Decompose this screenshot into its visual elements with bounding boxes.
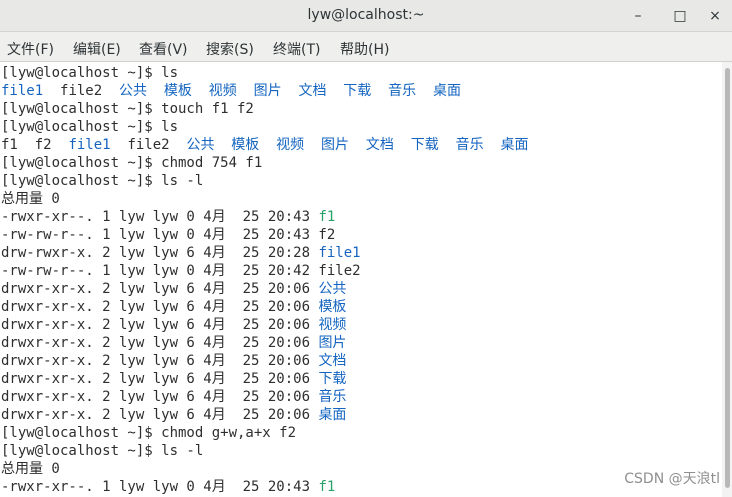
minimize-icon[interactable]: – [628, 6, 648, 26]
terminal-text-segment: file1 [1, 83, 44, 99]
terminal-text-segment: -rwxr-xr--. 1 lyw lyw 0 4月 25 20:43 [1, 479, 319, 495]
terminal-text-segment: [lyw@localhost ~]$ ls -l [1, 443, 204, 459]
terminal-text-segment: 视频 [318, 317, 347, 333]
terminal-text-segment: 文档 [318, 353, 347, 369]
terminal-text-segment: 模板 [318, 299, 347, 315]
terminal-text-segment: f1 [318, 479, 336, 495]
terminal-text-segment: 下载 [318, 371, 347, 387]
terminal-text-segment: file2 [43, 83, 120, 99]
terminal-text-segment: [lyw@localhost ~]$ ls [1, 65, 179, 81]
terminal-line: drwxr-xr-x. 2 lyw lyw 6 4月 25 20:06 图片 [1, 334, 346, 352]
terminal-line: [lyw@localhost ~]$ chmod 754 f1 [1, 154, 262, 172]
terminal-line: drwxr-xr-x. 2 lyw lyw 6 4月 25 20:06 模板 [1, 298, 346, 316]
terminal-line: [lyw@localhost ~]$ ls [1, 64, 178, 82]
terminal-line: -rwxr-xr--. 1 lyw lyw 0 4月 25 20:43 f1 [1, 478, 335, 496]
scrollbar[interactable] [722, 62, 732, 497]
terminal-line: [lyw@localhost ~]$ ls -l [1, 442, 203, 460]
terminal-output[interactable]: [lyw@localhost ~]$ ls file1 file2 公共 模板 视… [0, 62, 722, 497]
terminal-text-segment: drw-rwxr-x. 2 lyw lyw 6 4月 25 20:28 [1, 245, 319, 261]
menu-help[interactable]: 帮助(H) [340, 39, 389, 59]
terminal-text-segment: -rwxr-xr--. 1 lyw lyw 0 4月 25 20:43 [1, 209, 319, 225]
terminal-text-segment: [lyw@localhost ~]$ ls -l [1, 173, 204, 189]
menu-edit[interactable]: 编辑(E) [73, 39, 121, 59]
terminal-text-segment: [lyw@localhost ~]$ touch f1 f2 [1, 101, 254, 117]
terminal-line: -rwxr-xr--. 1 lyw lyw 0 4月 25 20:43 f1 [1, 208, 335, 226]
terminal-text-segment: -rw-rw-r--. 1 lyw lyw 0 4月 25 20:42 file… [1, 263, 361, 279]
terminal-line: drwxr-xr-x. 2 lyw lyw 6 4月 25 20:06 下载 [1, 370, 346, 388]
terminal-line: f1 f2 file1 file2 公共 模板 视频 图片 文档 下载 音乐 桌… [1, 136, 528, 154]
close-icon[interactable]: × [705, 6, 725, 26]
watermark: CSDN @天浪tl [624, 471, 720, 487]
terminal-text-segment: drwxr-xr-x. 2 lyw lyw 6 4月 25 20:06 [1, 317, 319, 333]
terminal-text-segment: drwxr-xr-x. 2 lyw lyw 6 4月 25 20:06 [1, 371, 319, 387]
terminal-line: drwxr-xr-x. 2 lyw lyw 6 4月 25 20:06 音乐 [1, 388, 346, 406]
menu-search[interactable]: 搜索(S) [206, 39, 254, 59]
title-bar[interactable]: lyw@localhost:~ – □ × [0, 0, 732, 32]
terminal-text-segment: -rw-rw-r--. 1 lyw lyw 0 4月 25 20:43 f2 [1, 227, 336, 243]
terminal-text-segment: 公共 模板 视频 图片 文档 下载 音乐 桌面 [186, 137, 529, 153]
menu-terminal[interactable]: 终端(T) [273, 39, 320, 59]
terminal-line: [lyw@localhost ~]$ touch f1 f2 [1, 100, 254, 118]
maximize-icon[interactable]: □ [670, 6, 690, 26]
terminal-text-segment: 公共 [318, 281, 347, 297]
terminal-line: drwxr-xr-x. 2 lyw lyw 6 4月 25 20:06 文档 [1, 352, 346, 370]
menu-view[interactable]: 查看(V) [139, 39, 188, 59]
terminal-text-segment: [lyw@localhost ~]$ ls [1, 119, 179, 135]
terminal-text-segment: drwxr-xr-x. 2 lyw lyw 6 4月 25 20:06 [1, 353, 319, 369]
terminal-line: [lyw@localhost ~]$ ls -l [1, 172, 203, 190]
terminal-text-segment: 图片 [318, 335, 347, 351]
terminal-line: drwxr-xr-x. 2 lyw lyw 6 4月 25 20:06 桌面 [1, 406, 346, 424]
terminal-text-segment: drwxr-xr-x. 2 lyw lyw 6 4月 25 20:06 [1, 407, 319, 423]
terminal-text-segment: f1 f2 [1, 137, 69, 153]
terminal-text-segment: 总用量 0 [1, 191, 60, 207]
terminal-text-segment: file1 [68, 137, 111, 153]
terminal-line: file1 file2 公共 模板 视频 图片 文档 下载 音乐 桌面 [1, 82, 461, 100]
menu-bar: 文件(F) 编辑(E) 查看(V) 搜索(S) 终端(T) 帮助(H) [0, 32, 732, 62]
terminal-text-segment: drwxr-xr-x. 2 lyw lyw 6 4月 25 20:06 [1, 299, 319, 315]
scrollbar-thumb[interactable] [725, 68, 730, 488]
window-title: lyw@localhost:~ [307, 7, 425, 23]
terminal-line: drwxr-xr-x. 2 lyw lyw 6 4月 25 20:06 视频 [1, 316, 346, 334]
terminal-line: 总用量 0 [1, 460, 60, 478]
terminal-text-segment: 总用量 0 [1, 461, 60, 477]
terminal-line: [lyw@localhost ~]$ chmod g+w,a+x f2 [1, 424, 296, 442]
terminal-text-segment: drwxr-xr-x. 2 lyw lyw 6 4月 25 20:06 [1, 389, 319, 405]
terminal-line: drw-rwxr-x. 2 lyw lyw 6 4月 25 20:28 file… [1, 244, 361, 262]
terminal-line: 总用量 0 [1, 190, 60, 208]
terminal-line: -rw-rw-r--. 1 lyw lyw 0 4月 25 20:43 f2 [1, 226, 335, 244]
terminal-text-segment: file1 [318, 245, 361, 261]
terminal-text-segment: drwxr-xr-x. 2 lyw lyw 6 4月 25 20:06 [1, 281, 319, 297]
terminal-line: drwxr-xr-x. 2 lyw lyw 6 4月 25 20:06 公共 [1, 280, 346, 298]
terminal-text-segment: 桌面 [318, 407, 347, 423]
terminal-text-segment: drwxr-xr-x. 2 lyw lyw 6 4月 25 20:06 [1, 335, 319, 351]
terminal-text-segment: [lyw@localhost ~]$ chmod 754 f1 [1, 155, 263, 171]
terminal-text-segment: 公共 模板 视频 图片 文档 下载 音乐 桌面 [119, 83, 462, 99]
terminal-text-segment: f1 [318, 209, 336, 225]
terminal-text-segment: [lyw@localhost ~]$ chmod g+w,a+x f2 [1, 425, 297, 441]
menu-file[interactable]: 文件(F) [7, 39, 54, 59]
terminal-line: [lyw@localhost ~]$ ls [1, 118, 178, 136]
terminal-text-segment: 音乐 [318, 389, 347, 405]
terminal-text-segment: file2 [110, 137, 187, 153]
terminal-line: -rw-rw-r--. 1 lyw lyw 0 4月 25 20:42 file… [1, 262, 361, 280]
